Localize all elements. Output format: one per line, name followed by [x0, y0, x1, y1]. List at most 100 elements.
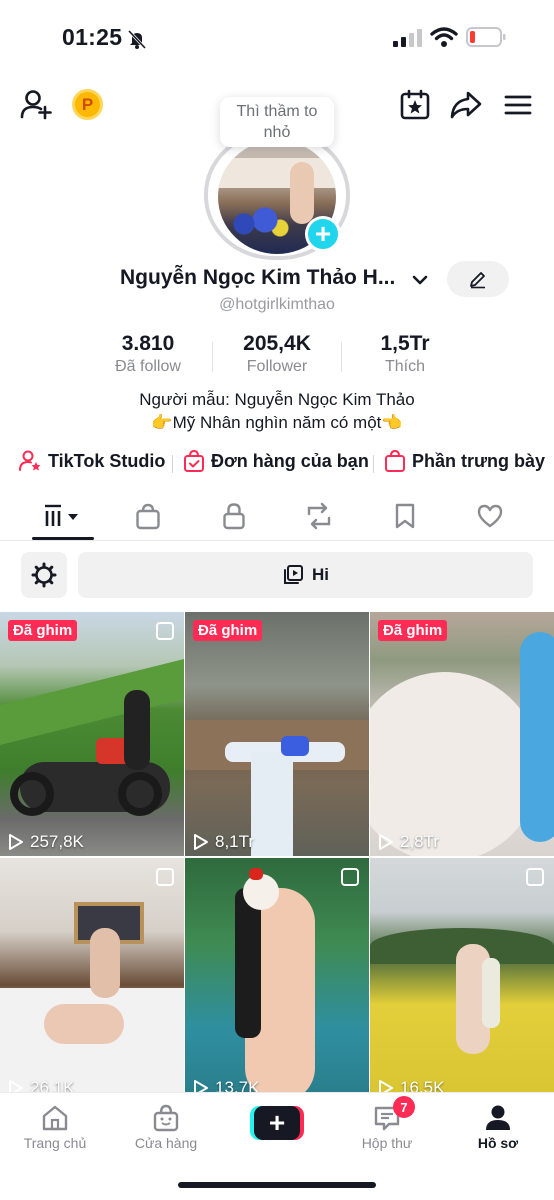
- profile-icon: [486, 1105, 510, 1130]
- showcase-label: Phần trưng bày: [412, 450, 546, 471]
- content-tabs: [0, 493, 554, 541]
- bag-icon: [136, 503, 160, 530]
- stat-following-label: Đã follow: [115, 358, 181, 375]
- view-count: 2,8Tr: [378, 832, 439, 852]
- tooltip-line-2: nhỏ: [263, 124, 291, 141]
- order-bag-icon: [184, 449, 204, 472]
- hamburger-menu-icon: [504, 95, 532, 115]
- add-user-icon: [20, 90, 52, 120]
- coin-icon[interactable]: P: [72, 89, 103, 120]
- menu-button[interactable]: [500, 88, 536, 122]
- tab-saved[interactable]: [375, 493, 435, 539]
- share-button[interactable]: [448, 88, 484, 122]
- pinned-badge: Đã ghim: [8, 620, 78, 641]
- bio: Người mẫu: Nguyễn Ngọc Kim Thảo 👉Mỹ Nhân…: [0, 388, 554, 434]
- orders-link[interactable]: Đơn hàng của bạn: [183, 449, 369, 473]
- calendar-star-icon: [400, 89, 430, 120]
- note-tooltip[interactable]: Thì thầm to nhỏ: [220, 97, 334, 147]
- play-icon: [194, 834, 208, 850]
- view-count-value: 2,8Tr: [400, 832, 440, 851]
- shop-bag-icon: [153, 1104, 179, 1132]
- video-thumbnail[interactable]: Đã ghim 2,8Tr: [370, 612, 554, 856]
- multi-photo-icon: [156, 868, 174, 886]
- home-indicator: [178, 1182, 376, 1188]
- chevron-down-icon[interactable]: [410, 270, 430, 290]
- playlist-icon: [284, 565, 303, 584]
- video-thumbnail[interactable]: Đã ghim 257,8K: [0, 612, 184, 856]
- view-count: 257,8K: [8, 832, 84, 852]
- lock-icon: [223, 503, 245, 530]
- tab-private[interactable]: [204, 493, 264, 539]
- nav-shop-label: Cửa hàng: [134, 1135, 198, 1151]
- stat-followers[interactable]: 205,4K Follower: [222, 332, 332, 376]
- gear-icon: [31, 562, 57, 588]
- tab-liked[interactable]: [460, 493, 520, 539]
- nav-home-label: Trang chủ: [23, 1135, 87, 1151]
- tiktok-studio-link[interactable]: TikTok Studio: [18, 449, 165, 473]
- view-count-value: 8,1Tr: [215, 832, 255, 851]
- tab-reposts[interactable]: [289, 493, 349, 539]
- edit-profile-button[interactable]: [447, 261, 509, 297]
- pencil-icon: [470, 272, 485, 289]
- nav-inbox-label: Hộp thư: [361, 1135, 413, 1151]
- pinned-badge: Đã ghim: [193, 620, 263, 641]
- home-icon: [42, 1105, 68, 1131]
- profile-name[interactable]: Nguyễn Ngọc Kim Thảo H...: [120, 266, 395, 290]
- nav-inbox[interactable]: Hộp thư: [342, 1101, 432, 1151]
- view-count-value: 257,8K: [30, 832, 84, 851]
- tab-videos[interactable]: [32, 493, 94, 539]
- tab-shop[interactable]: [118, 493, 178, 539]
- tooltip-line-1: Thì thầm to: [236, 103, 318, 120]
- battery-icon: [466, 27, 506, 47]
- playlist-hi-button[interactable]: Hi: [78, 552, 533, 598]
- tiktok-studio-label: TikTok Studio: [48, 450, 166, 471]
- stat-following-value: 3.810: [121, 332, 175, 355]
- video-thumbnail[interactable]: 16,5K: [370, 858, 554, 1102]
- heart-icon: [477, 504, 503, 528]
- bookmark-icon: [395, 503, 415, 529]
- add-avatar-plus-icon[interactable]: +: [305, 216, 341, 252]
- active-tab-indicator: [32, 537, 94, 540]
- grid-bars-icon: [45, 504, 78, 526]
- stat-likes-value: 1,5Tr: [380, 332, 430, 355]
- user-star-icon: [19, 450, 41, 471]
- video-settings-button[interactable]: [21, 552, 67, 598]
- link-separator: [373, 455, 374, 473]
- create-button[interactable]: +: [250, 1106, 304, 1140]
- status-time: 01:25: [62, 24, 123, 50]
- nav-profile[interactable]: Hồ sơ: [453, 1101, 543, 1151]
- bio-line-1: Người mẫu: Nguyễn Ngọc Kim Thảo: [139, 390, 415, 409]
- video-thumbnail[interactable]: 13,7K: [185, 858, 369, 1102]
- bio-line-2: 👉Mỹ Nhân nghìn năm có một👈: [151, 413, 403, 432]
- add-friend-button[interactable]: [18, 86, 54, 122]
- nav-profile-label: Hồ sơ: [477, 1135, 519, 1151]
- stat-following[interactable]: 3.810 Đã follow: [98, 332, 198, 376]
- share-arrow-icon: [450, 91, 482, 119]
- stat-divider: [341, 342, 342, 372]
- stat-divider: [212, 342, 213, 372]
- multi-photo-icon: [156, 622, 174, 640]
- nav-home[interactable]: Trang chủ: [10, 1101, 100, 1151]
- status-bar: 01:25: [0, 0, 554, 74]
- coin-glyph: P: [81, 94, 94, 114]
- video-thumbnail[interactable]: Đã ghim 8,1Tr: [185, 612, 369, 856]
- view-count: 8,1Tr: [193, 832, 254, 852]
- video-thumbnail[interactable]: 26,1K: [0, 858, 184, 1102]
- playlist-label: Hi: [312, 565, 329, 584]
- play-icon: [379, 834, 393, 850]
- inbox-badge: 7: [393, 1096, 415, 1118]
- wifi-icon: [430, 27, 458, 47]
- bell-off-icon: [127, 29, 147, 50]
- stat-likes[interactable]: 1,5Tr Thích: [355, 332, 455, 376]
- create-plus-icon: +: [254, 1106, 300, 1140]
- repost-icon: [307, 502, 331, 530]
- multi-photo-icon: [526, 868, 544, 886]
- multi-photo-icon: [341, 868, 359, 886]
- shopping-bag-icon: [385, 449, 405, 472]
- stat-likes-label: Thích: [384, 358, 425, 375]
- nav-shop[interactable]: Cửa hàng: [121, 1101, 211, 1151]
- profile-username: @hotgirlkimthao: [219, 296, 335, 313]
- showcase-link[interactable]: Phần trưng bày: [384, 449, 545, 473]
- link-separator: [172, 455, 173, 473]
- calendar-star-button[interactable]: [398, 88, 432, 122]
